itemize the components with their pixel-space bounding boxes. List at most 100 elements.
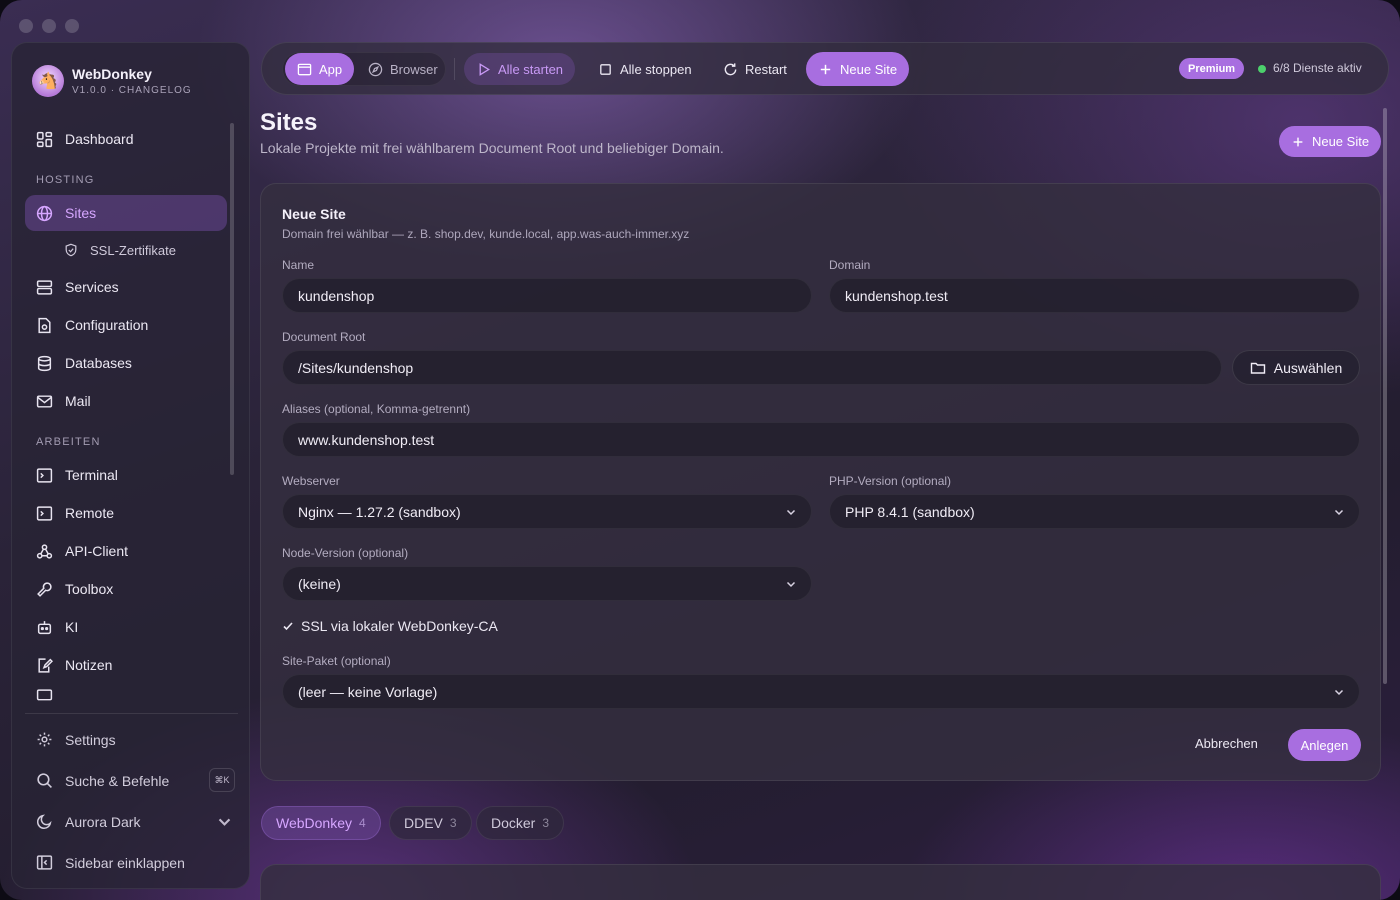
package-select[interactable]: (leer — keine Vorlage) bbox=[282, 674, 1360, 709]
domain-label: Domain bbox=[829, 258, 871, 272]
node-select[interactable]: (keine) bbox=[282, 566, 812, 601]
remote-terminal-icon bbox=[36, 505, 53, 521]
sidebar-collapse-icon bbox=[36, 855, 53, 870]
app-window: 🐴 WebDonkey V1.0.0 · CHANGELOG Dashboard… bbox=[0, 0, 1400, 900]
tab-docker[interactable]: Docker 3 bbox=[476, 806, 565, 840]
toolbar-divider bbox=[454, 58, 455, 80]
globe-icon bbox=[36, 205, 53, 221]
new-site-button[interactable]: Neue Site bbox=[1279, 126, 1381, 157]
form-subtitle: Domain frei wählbar — z. B. shop.dev, ku… bbox=[282, 227, 690, 241]
mail-icon bbox=[36, 394, 53, 408]
minimize-window-button[interactable] bbox=[42, 19, 56, 33]
tab-count: 3 bbox=[449, 816, 457, 830]
node-value: (keine) bbox=[298, 575, 341, 592]
wrench-icon bbox=[37, 581, 52, 597]
sidebar-item-label: KI bbox=[65, 619, 79, 635]
stop-all-button[interactable]: Alle stoppen bbox=[586, 53, 704, 85]
php-select[interactable]: PHP 8.4.1 (sandbox) bbox=[829, 494, 1360, 529]
premium-badge[interactable]: Premium bbox=[1179, 58, 1245, 79]
sidebar-item-theme[interactable]: Aurora Dark bbox=[25, 801, 235, 842]
php-label: PHP-Version (optional) bbox=[829, 474, 952, 488]
tab-webdonkey[interactable]: WebDonkey 4 bbox=[261, 806, 381, 840]
compass-icon bbox=[368, 62, 383, 76]
page-title: Sites bbox=[260, 109, 318, 136]
package-label: Site-Paket (optional) bbox=[282, 654, 391, 668]
sidebar-item-terminal[interactable]: Terminal bbox=[25, 457, 227, 493]
version-changelog-link[interactable]: V1.0.0 · CHANGELOG bbox=[72, 85, 192, 96]
browser-mode-button[interactable]: Browser bbox=[356, 53, 450, 85]
close-window-button[interactable] bbox=[19, 19, 33, 33]
sidebar-item-label: Terminal bbox=[65, 467, 118, 483]
status-ok-indicator bbox=[1258, 65, 1266, 73]
sidebar-item-hidden[interactable] bbox=[25, 685, 227, 705]
plus-icon bbox=[1293, 137, 1303, 146]
aliases-input[interactable]: www.kundenshop.test bbox=[282, 422, 1360, 457]
top-toolbar: App Browser Alle starten Alle stoppen Re… bbox=[261, 42, 1389, 95]
new-site-label: Neue Site bbox=[840, 61, 898, 77]
sidebar-item-notizen[interactable]: Notizen bbox=[25, 647, 227, 683]
package-value: (leer — keine Vorlage) bbox=[298, 683, 438, 700]
name-input[interactable]: kundenshop bbox=[282, 278, 812, 313]
tab-label: DDEV bbox=[404, 815, 443, 831]
app-name: WebDonkey bbox=[72, 66, 152, 82]
app-mode-button[interactable]: App bbox=[285, 53, 355, 85]
webserver-label: Webserver bbox=[282, 474, 340, 488]
sidebar-item-ki[interactable]: KI bbox=[25, 609, 227, 645]
brand[interactable]: 🐴 WebDonkey V1.0.0 · CHANGELOG bbox=[32, 65, 192, 97]
sidebar-scrollbar[interactable] bbox=[230, 123, 234, 475]
server-icon bbox=[36, 279, 53, 295]
chevron-down-icon bbox=[1334, 509, 1344, 516]
sidebar-item-sites[interactable]: Sites bbox=[25, 195, 227, 231]
sidebar-item-label: Services bbox=[65, 279, 119, 295]
tab-count: 4 bbox=[359, 816, 366, 830]
toolbar-new-site-button[interactable]: Neue Site bbox=[806, 52, 910, 86]
choose-folder-button[interactable]: Auswählen bbox=[1232, 350, 1360, 385]
tab-ddev[interactable]: DDEV 3 bbox=[389, 806, 472, 840]
moon-icon bbox=[37, 814, 52, 829]
bot-icon bbox=[37, 620, 52, 634]
webserver-select[interactable]: Nginx — 1.27.2 (sandbox) bbox=[282, 494, 812, 529]
start-all-label: Alle starten bbox=[498, 61, 564, 77]
collapse-label: Sidebar einklappen bbox=[65, 854, 185, 871]
sidebar-item-services[interactable]: Services bbox=[25, 269, 227, 305]
docroot-input[interactable]: /Sites/kundenshop bbox=[282, 350, 1222, 385]
sidebar-item-configuration[interactable]: Configuration bbox=[25, 307, 227, 343]
page-subtitle: Lokale Projekte mit frei wählbarem Docum… bbox=[260, 140, 724, 156]
section-arbeiten: ARBEITEN bbox=[36, 436, 101, 448]
sidebar-divider bbox=[25, 713, 238, 714]
sidebar-item-label: SSL-Zertifikate bbox=[90, 242, 176, 258]
donkey-logo-icon: 🐴 bbox=[32, 65, 64, 97]
start-all-button[interactable]: Alle starten bbox=[464, 53, 576, 85]
choose-folder-label: Auswählen bbox=[1273, 359, 1343, 376]
webhook-icon bbox=[36, 543, 53, 559]
chevron-down-icon bbox=[786, 581, 796, 588]
webserver-value: Nginx — 1.27.2 (sandbox) bbox=[298, 503, 461, 520]
checkmark-icon[interactable] bbox=[282, 620, 294, 632]
sidebar-bottom: Settings Suche & Befehle ⌘K Aurora Dark … bbox=[25, 719, 235, 883]
chevron-down-icon bbox=[1334, 689, 1344, 696]
chevron-down-icon bbox=[786, 509, 796, 516]
sidebar-item-mail[interactable]: Mail bbox=[25, 383, 227, 419]
zoom-window-button[interactable] bbox=[65, 19, 79, 33]
sidebar-collapse-button[interactable]: Sidebar einklappen bbox=[25, 842, 235, 883]
sidebar-item-search[interactable]: Suche & Befehle ⌘K bbox=[25, 760, 235, 801]
create-button[interactable]: Anlegen bbox=[1288, 729, 1361, 761]
sidebar-item-remote[interactable]: Remote bbox=[25, 495, 227, 531]
sidebar-item-toolbox[interactable]: Toolbox bbox=[25, 571, 227, 607]
sidebar-item-settings[interactable]: Settings bbox=[25, 719, 235, 760]
sidebar-item-dashboard[interactable]: Dashboard bbox=[25, 121, 227, 157]
restart-button[interactable]: Restart bbox=[711, 53, 799, 85]
search-icon bbox=[37, 773, 52, 788]
sidebar-item-databases[interactable]: Databases bbox=[25, 345, 227, 381]
sidebar-item-api-client[interactable]: API-Client bbox=[25, 533, 227, 569]
domain-input[interactable]: kundenshop.test bbox=[829, 278, 1360, 313]
stop-icon bbox=[600, 63, 611, 75]
browser-mode-label: Browser bbox=[390, 61, 438, 77]
stop-all-label: Alle stoppen bbox=[620, 61, 692, 77]
main-scrollbar[interactable] bbox=[1383, 108, 1387, 684]
theme-label: Aurora Dark bbox=[65, 813, 141, 830]
sidebar-item-label: Sites bbox=[65, 205, 97, 221]
sidebar-item-ssl[interactable]: SSL-Zertifikate bbox=[25, 233, 227, 267]
ssl-checkbox-row[interactable]: SSL via lokaler WebDonkey-CA bbox=[282, 618, 498, 634]
cancel-button[interactable]: Abbrechen bbox=[1195, 736, 1258, 751]
